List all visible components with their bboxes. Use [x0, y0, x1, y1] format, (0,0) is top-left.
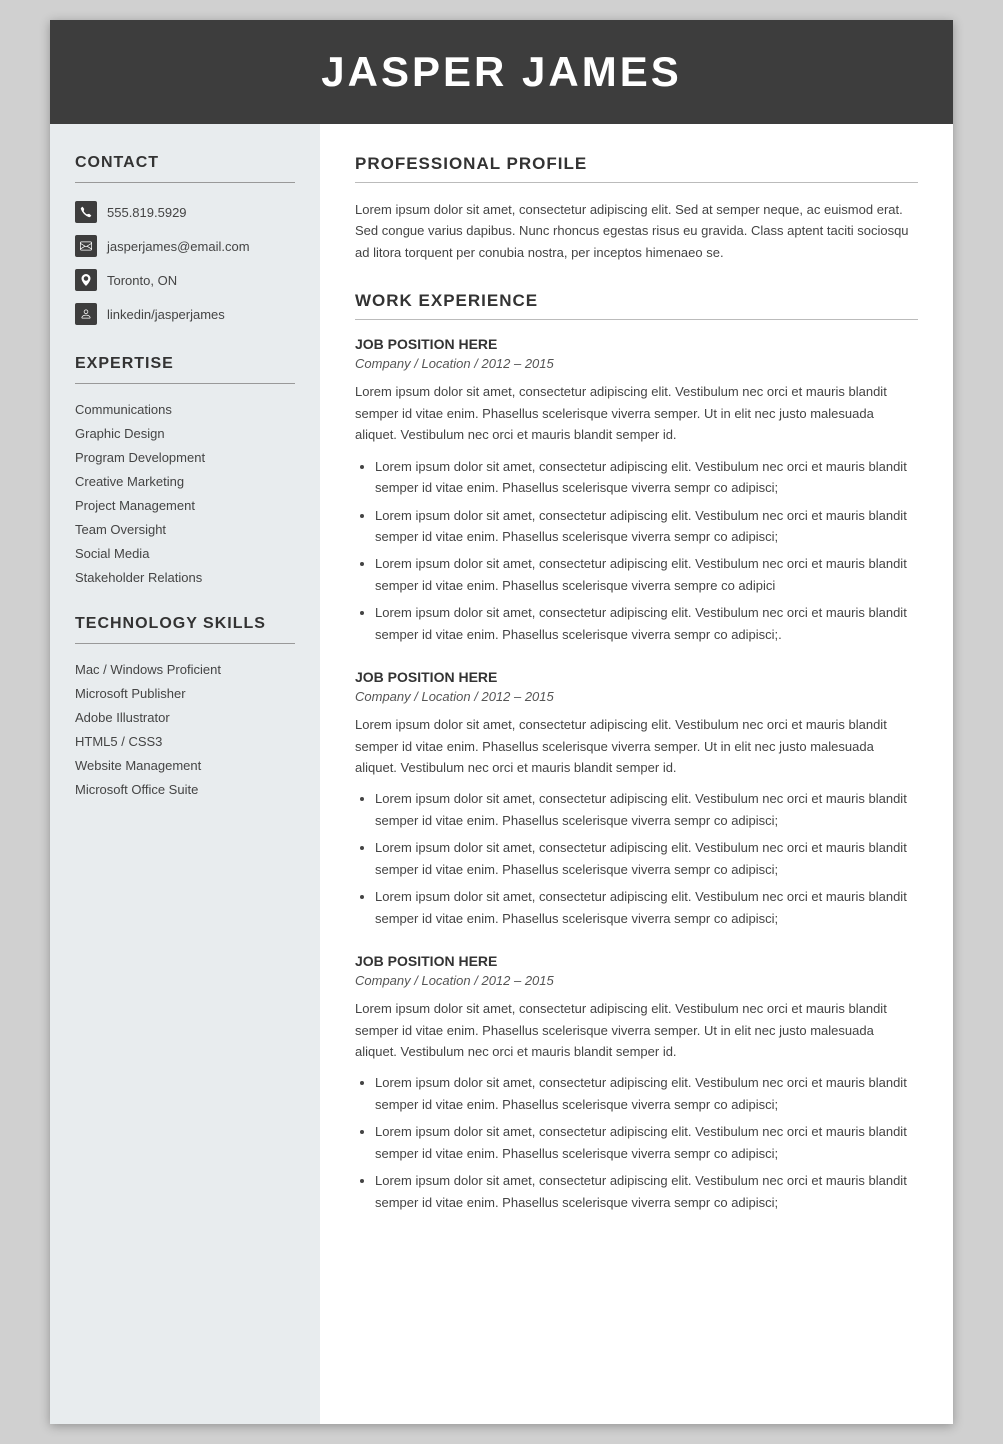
job-2-bullets: Lorem ipsum dolor sit amet, consectetur … [355, 788, 918, 929]
job-2-bullet-2: Lorem ipsum dolor sit amet, consectetur … [375, 886, 918, 929]
expertise-item-0: Communications [75, 402, 295, 417]
expertise-item-3: Creative Marketing [75, 474, 295, 489]
job-1-bullets: Lorem ipsum dolor sit amet, consectetur … [355, 456, 918, 646]
location-icon [75, 269, 97, 291]
job-3-bullet-0: Lorem ipsum dolor sit amet, consectetur … [375, 1072, 918, 1115]
job-2-description: Lorem ipsum dolor sit amet, consectetur … [355, 714, 918, 778]
expertise-title: EXPERTISE [75, 355, 295, 373]
job-1-bullet-1: Lorem ipsum dolor sit amet, consectetur … [375, 505, 918, 548]
phone-text: 555.819.5929 [107, 205, 187, 220]
header: JASPER JAMES [50, 20, 953, 124]
profile-text: Lorem ipsum dolor sit amet, consectetur … [355, 199, 918, 263]
expertise-item-1: Graphic Design [75, 426, 295, 441]
main-content: PROFESSIONAL PROFILE Lorem ipsum dolor s… [320, 124, 953, 1424]
expertise-item-6: Social Media [75, 546, 295, 561]
full-name: JASPER JAMES [90, 48, 913, 96]
phone-icon [75, 201, 97, 223]
work-experience-divider [355, 319, 918, 320]
contact-section: CONTACT 555.819.5929 jasperjames@email.c… [75, 154, 295, 325]
profile-section: PROFESSIONAL PROFILE Lorem ipsum dolor s… [355, 154, 918, 263]
job-3-bullets: Lorem ipsum dolor sit amet, consectetur … [355, 1072, 918, 1213]
email-text: jasperjames@email.com [107, 239, 250, 254]
tech-item-3: HTML5 / CSS3 [75, 734, 295, 749]
expertise-item-4: Project Management [75, 498, 295, 513]
job-3-bullet-1: Lorem ipsum dolor sit amet, consectetur … [375, 1121, 918, 1164]
job-3-title: JOB POSITION HERE [355, 953, 918, 969]
contact-location: Toronto, ON [75, 269, 295, 291]
expertise-item-7: Stakeholder Relations [75, 570, 295, 585]
profile-title: PROFESSIONAL PROFILE [355, 154, 918, 174]
resume-page: JASPER JAMES CONTACT 555.819.5929 [50, 20, 953, 1424]
expertise-item-5: Team Oversight [75, 522, 295, 537]
job-3-bullet-2: Lorem ipsum dolor sit amet, consectetur … [375, 1170, 918, 1213]
tech-item-4: Website Management [75, 758, 295, 773]
tech-item-0: Mac / Windows Proficient [75, 662, 295, 677]
job-2: JOB POSITION HERE Company / Location / 2… [355, 669, 918, 929]
expertise-divider [75, 383, 295, 384]
sidebar: CONTACT 555.819.5929 jasperjames@email.c… [50, 124, 320, 1424]
job-3-company: Company / Location / 2012 – 2015 [355, 973, 918, 988]
job-1-title: JOB POSITION HERE [355, 336, 918, 352]
linkedin-text: linkedin/jasperjames [107, 307, 225, 322]
technology-section: TECHNOLOGY SKILLS Mac / Windows Proficie… [75, 615, 295, 797]
work-experience-title: WORK EXPERIENCE [355, 291, 918, 311]
tech-item-5: Microsoft Office Suite [75, 782, 295, 797]
email-icon [75, 235, 97, 257]
location-text: Toronto, ON [107, 273, 177, 288]
job-2-bullet-1: Lorem ipsum dolor sit amet, consectetur … [375, 837, 918, 880]
profile-divider [355, 182, 918, 183]
contact-email: jasperjames@email.com [75, 235, 295, 257]
expertise-section: EXPERTISE Communications Graphic Design … [75, 355, 295, 585]
job-1: JOB POSITION HERE Company / Location / 2… [355, 336, 918, 645]
job-2-bullet-0: Lorem ipsum dolor sit amet, consectetur … [375, 788, 918, 831]
linkedin-icon [75, 303, 97, 325]
job-1-company: Company / Location / 2012 – 2015 [355, 356, 918, 371]
job-1-bullet-3: Lorem ipsum dolor sit amet, consectetur … [375, 602, 918, 645]
job-1-bullet-0: Lorem ipsum dolor sit amet, consectetur … [375, 456, 918, 499]
job-3: JOB POSITION HERE Company / Location / 2… [355, 953, 918, 1213]
expertise-item-2: Program Development [75, 450, 295, 465]
contact-divider [75, 182, 295, 183]
contact-linkedin: linkedin/jasperjames [75, 303, 295, 325]
contact-title: CONTACT [75, 154, 295, 172]
job-2-title: JOB POSITION HERE [355, 669, 918, 685]
work-experience-section: WORK EXPERIENCE JOB POSITION HERE Compan… [355, 291, 918, 1213]
job-2-company: Company / Location / 2012 – 2015 [355, 689, 918, 704]
tech-item-2: Adobe Illustrator [75, 710, 295, 725]
tech-item-1: Microsoft Publisher [75, 686, 295, 701]
job-1-description: Lorem ipsum dolor sit amet, consectetur … [355, 381, 918, 445]
job-1-bullet-2: Lorem ipsum dolor sit amet, consectetur … [375, 553, 918, 596]
body: CONTACT 555.819.5929 jasperjames@email.c… [50, 124, 953, 1424]
job-3-description: Lorem ipsum dolor sit amet, consectetur … [355, 998, 918, 1062]
technology-title: TECHNOLOGY SKILLS [75, 615, 295, 633]
technology-divider [75, 643, 295, 644]
contact-phone: 555.819.5929 [75, 201, 295, 223]
